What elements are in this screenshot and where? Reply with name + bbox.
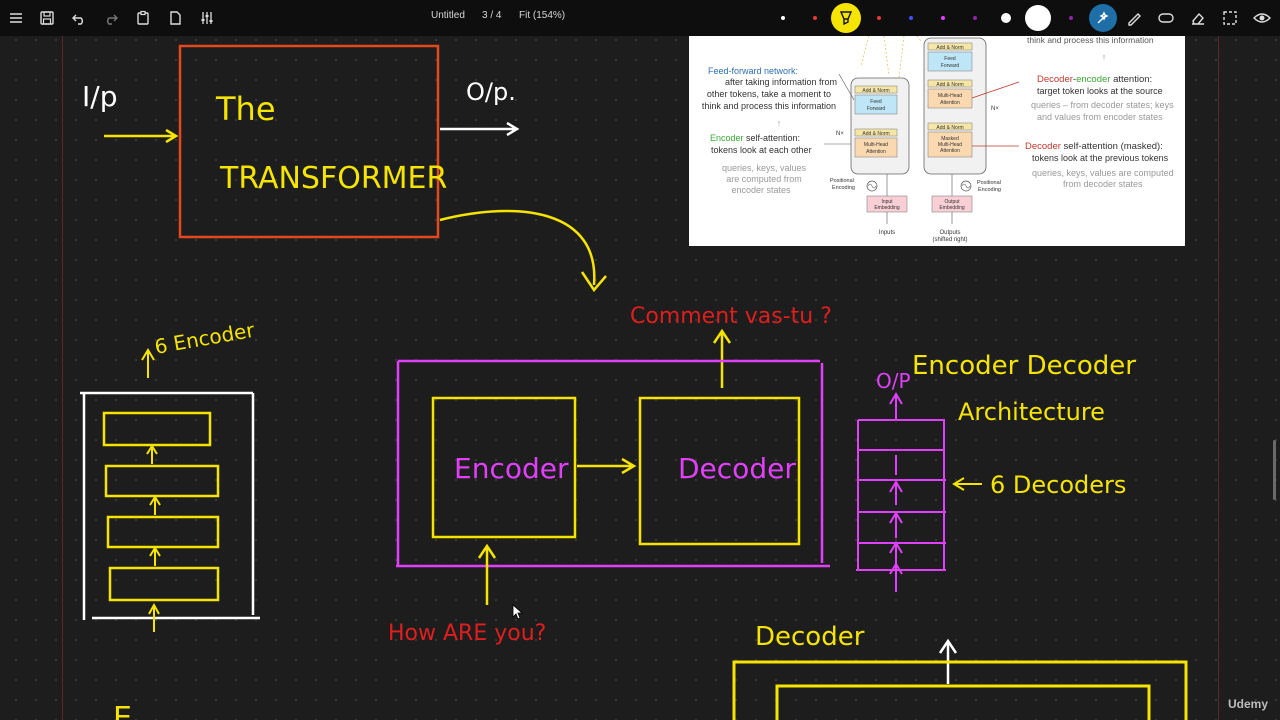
the-label: The xyxy=(215,90,276,128)
six-encoder-label: 6 Encoder xyxy=(153,318,257,359)
input-arrow xyxy=(104,128,179,144)
encoder-layer-arrows xyxy=(146,444,161,632)
op-label: O/p. xyxy=(466,78,516,106)
op-small-label: O/P xyxy=(876,369,911,393)
output-arrow xyxy=(440,121,520,137)
transformer-label: TRANSFORMER xyxy=(219,161,447,196)
ink-layer: I/p O/p. The TRANSFORMER 6 Encoder Comme… xyxy=(80,44,1188,720)
mouse-cursor-icon xyxy=(512,604,524,620)
architecture-label: Architecture xyxy=(958,398,1105,426)
decoder-output-arrow xyxy=(712,328,732,388)
encoder-layer-3 xyxy=(106,515,220,549)
encoder-layer-1 xyxy=(102,411,212,447)
ip-label: I/p xyxy=(82,80,117,113)
bottom-decoder-outer-box xyxy=(732,660,1188,720)
curved-arrow xyxy=(439,209,607,293)
english-input-label: How ARE you? xyxy=(388,621,546,646)
encoder-stack-up-arrow xyxy=(141,348,155,378)
encoder-input-arrow xyxy=(477,543,497,605)
decoder-bottom-label: Decoder xyxy=(755,622,865,652)
french-output-label: Comment vas-tu ? xyxy=(630,304,832,329)
udemy-watermark: Udemy xyxy=(1228,697,1269,711)
encoder-to-decoder-arrow xyxy=(577,457,637,475)
decoder-label: Decoder xyxy=(678,452,796,485)
decoder-stack-arrows xyxy=(889,455,903,592)
encoder-stack-frame xyxy=(80,391,260,620)
encoder-partial-label: E xyxy=(113,701,132,720)
encoder-layer-4 xyxy=(108,566,220,602)
six-decoders-pointer xyxy=(952,477,982,491)
decoder-stack-output-arrow xyxy=(889,392,903,420)
transformer-box[interactable] xyxy=(178,44,440,239)
decoder-stack-frame xyxy=(856,419,946,571)
encoder-label: Encoder xyxy=(454,452,569,485)
bottom-decoder-inner-box xyxy=(775,684,1151,720)
six-decoders-label: 6 Decoders xyxy=(990,471,1126,499)
encoder-layer-2 xyxy=(104,464,220,498)
enc-dec-title: Encoder Decoder xyxy=(912,351,1136,381)
vertical-scrollbar[interactable] xyxy=(1273,440,1276,500)
